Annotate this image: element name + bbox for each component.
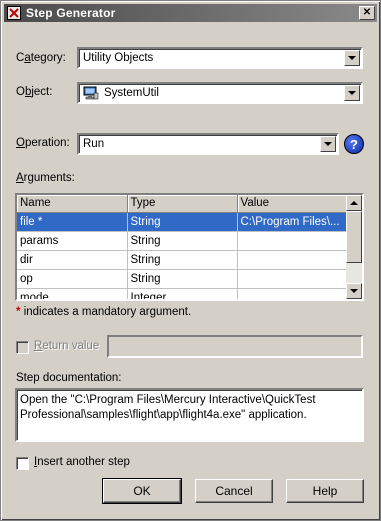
table-row[interactable]: file * String C:\Program Files\... bbox=[17, 212, 346, 232]
argument-value[interactable]: C:\Program Files\... bbox=[237, 212, 346, 232]
step-documentation-text[interactable]: Open the "C:\Program Files\Mercury Inter… bbox=[15, 388, 364, 442]
argument-type: String bbox=[127, 250, 238, 270]
object-value-wrap: SystemUtil bbox=[79, 86, 344, 100]
scroll-down-button[interactable] bbox=[346, 283, 362, 299]
table-row[interactable]: op String bbox=[17, 269, 346, 289]
operation-value: Run bbox=[83, 138, 105, 150]
argument-value[interactable] bbox=[237, 288, 346, 299]
chevron-down-icon bbox=[324, 142, 332, 146]
category-dropdown-button[interactable] bbox=[344, 50, 360, 66]
scroll-thumb[interactable] bbox=[346, 211, 362, 263]
chevron-up-icon bbox=[350, 201, 358, 205]
grid-header-row: Name Type Value bbox=[17, 195, 346, 213]
object-select[interactable]: SystemUtil bbox=[77, 82, 363, 104]
arguments-label: Arguments: bbox=[16, 172, 75, 184]
operation-dropdown-button[interactable] bbox=[320, 136, 336, 152]
chevron-down-icon bbox=[348, 91, 356, 95]
argument-value[interactable] bbox=[237, 231, 346, 251]
mandatory-star-icon: * bbox=[16, 306, 21, 318]
column-header-value[interactable]: Value bbox=[237, 195, 346, 213]
operation-label: Operation: bbox=[16, 137, 70, 149]
help-button[interactable]: Help bbox=[286, 479, 364, 503]
chevron-down-icon bbox=[350, 289, 358, 293]
object-value: SystemUtil bbox=[104, 87, 159, 99]
column-header-type[interactable]: Type bbox=[127, 195, 238, 213]
argument-name: params bbox=[17, 231, 128, 251]
table-row[interactable]: params String bbox=[17, 231, 346, 251]
argument-type: String bbox=[127, 212, 238, 232]
return-value-label: Return value bbox=[34, 340, 100, 352]
category-label: Category: bbox=[16, 52, 66, 64]
mandatory-note: * indicates a mandatory argument. bbox=[16, 306, 191, 318]
return-value-field[interactable] bbox=[107, 335, 363, 358]
close-icon: ✕ bbox=[362, 7, 372, 18]
step-generator-dialog: Step Generator ✕ Category: Utility Objec… bbox=[0, 0, 381, 521]
table-row[interactable]: dir String bbox=[17, 250, 346, 270]
step-documentation-line-2: Professional\samples\flight\app\flight4a… bbox=[20, 409, 307, 421]
chevron-down-icon bbox=[348, 56, 356, 60]
operation-select[interactable]: Run bbox=[77, 133, 339, 155]
arguments-grid[interactable]: Name Type Value file * String C:\Program… bbox=[15, 193, 364, 301]
argument-type: Integer bbox=[127, 288, 238, 299]
argument-value[interactable] bbox=[237, 269, 346, 289]
scroll-up-button[interactable] bbox=[346, 195, 362, 211]
step-documentation-line-1: Open the "C:\Program Files\Mercury Inter… bbox=[20, 394, 316, 406]
insert-another-step-checkbox[interactable] bbox=[16, 457, 29, 470]
arguments-scrollbar[interactable] bbox=[346, 195, 362, 299]
object-dropdown-button[interactable] bbox=[344, 85, 360, 101]
insert-another-step-label: Insert another step bbox=[34, 456, 130, 468]
argument-name: dir bbox=[17, 250, 128, 270]
close-button[interactable]: ✕ bbox=[359, 6, 375, 20]
category-select[interactable]: Utility Objects bbox=[77, 47, 363, 69]
cancel-button[interactable]: Cancel bbox=[195, 479, 273, 503]
category-value: Utility Objects bbox=[83, 52, 154, 64]
table-row[interactable]: mode Integer bbox=[17, 288, 346, 299]
title-bar[interactable]: Step Generator ✕ bbox=[4, 4, 377, 22]
argument-name: mode bbox=[17, 288, 128, 299]
ok-button[interactable]: OK bbox=[102, 478, 182, 504]
argument-name: file * bbox=[17, 212, 128, 232]
object-label: Object: bbox=[16, 86, 53, 98]
window-title: Step Generator bbox=[26, 6, 116, 20]
system-util-icon bbox=[83, 86, 99, 100]
argument-name: op bbox=[17, 269, 128, 289]
argument-type: String bbox=[127, 231, 238, 251]
column-header-name[interactable]: Name bbox=[17, 195, 128, 213]
step-documentation-label: Step documentation: bbox=[16, 372, 122, 384]
operation-help-icon[interactable]: ? bbox=[344, 134, 364, 154]
mandatory-note-text: indicates a mandatory argument. bbox=[23, 306, 192, 318]
return-value-checkbox[interactable] bbox=[16, 341, 29, 354]
step-generator-icon bbox=[6, 5, 22, 21]
argument-type: String bbox=[127, 269, 238, 289]
argument-value[interactable] bbox=[237, 250, 346, 270]
